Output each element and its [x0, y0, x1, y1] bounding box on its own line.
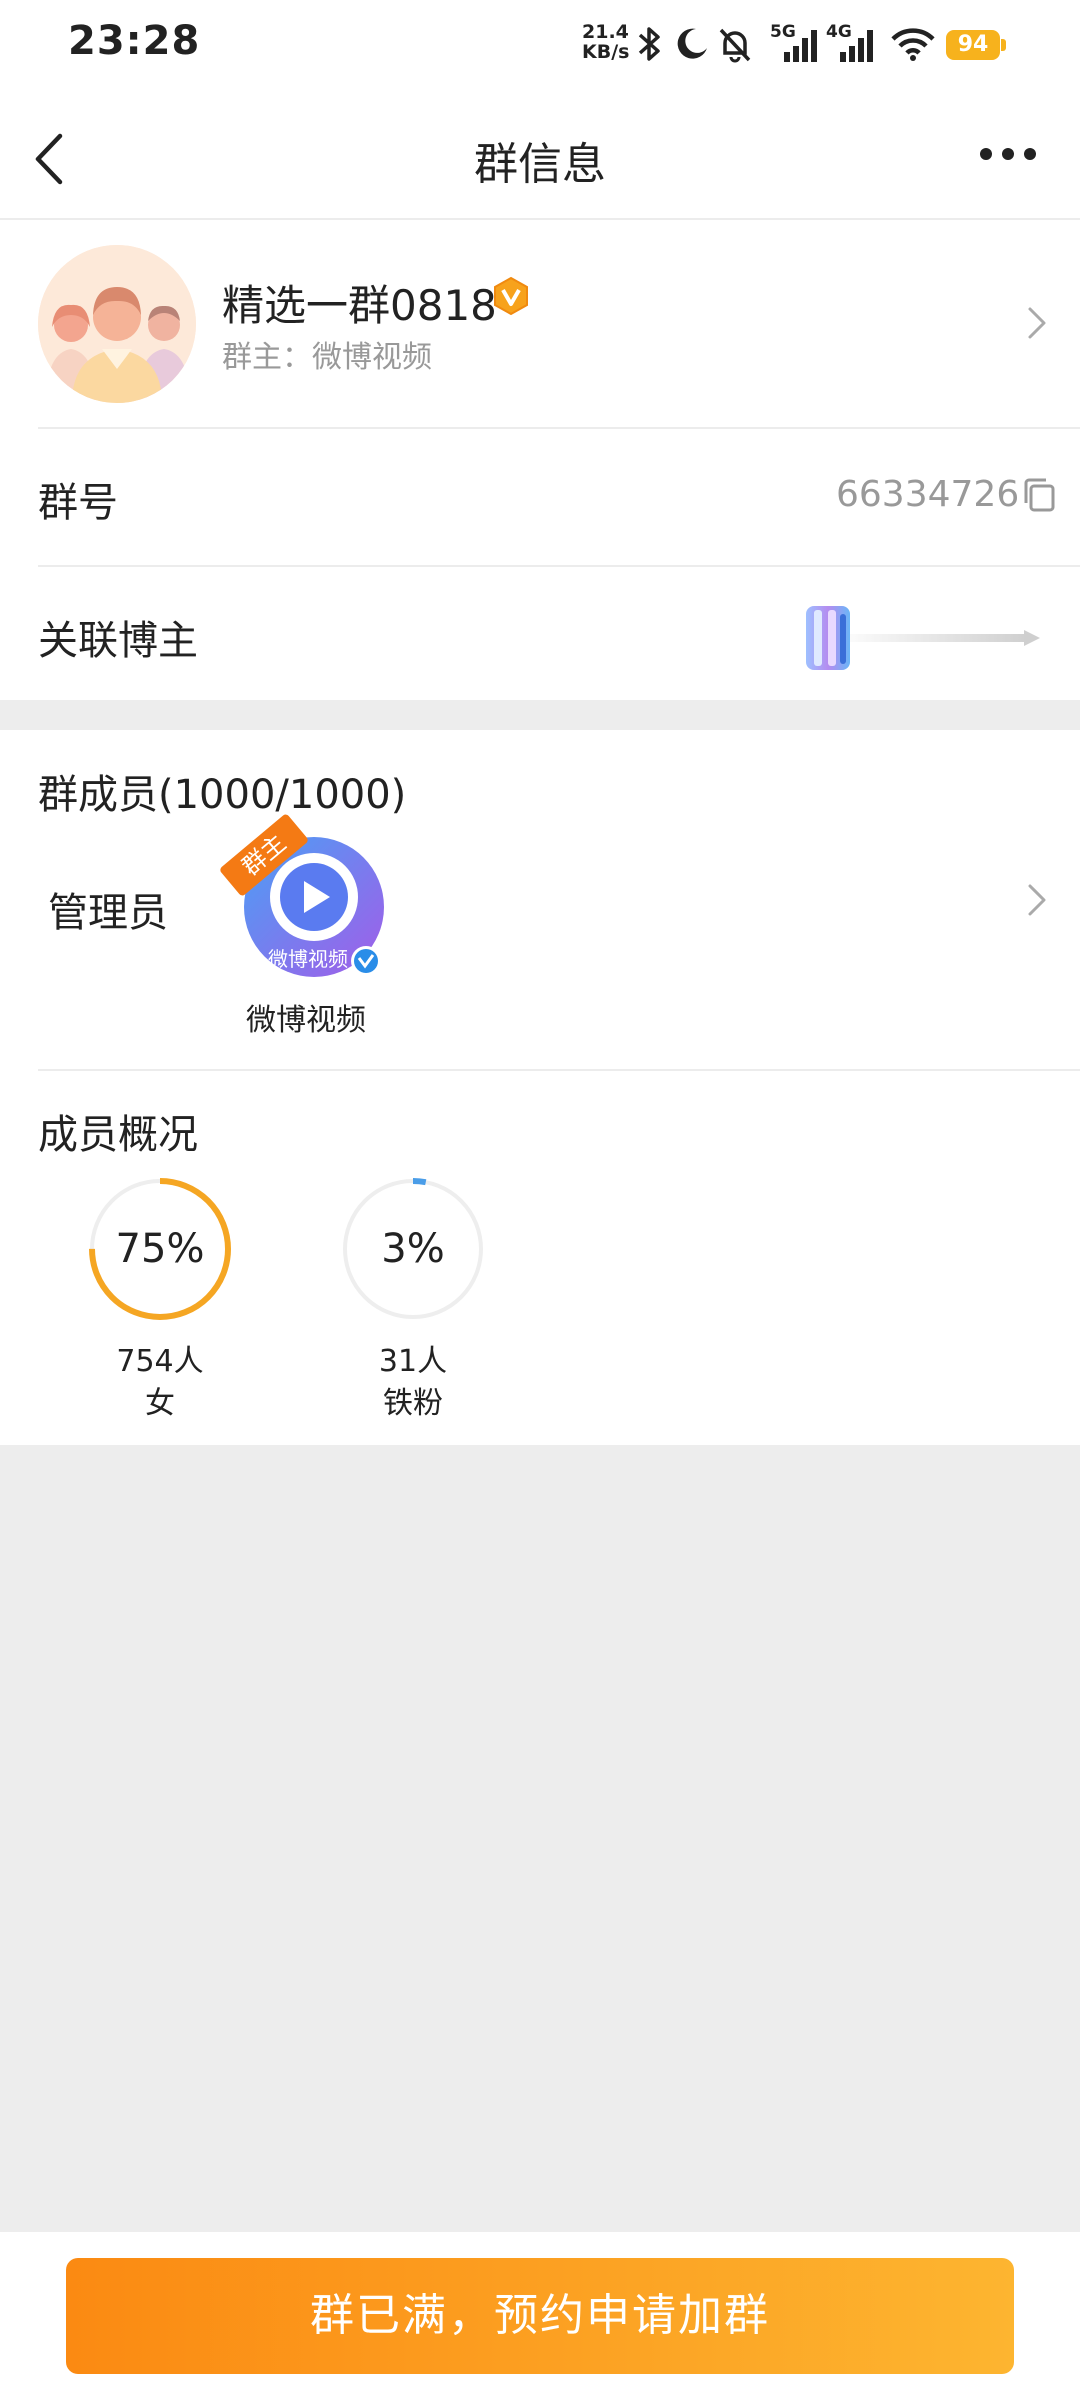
bell-off-icon	[719, 28, 751, 63]
page-title: 群信息	[474, 139, 606, 190]
linked-blogger-row[interactable]: 关联博主	[0, 567, 1080, 700]
group-profile-row[interactable]: 精选一群0818 群主：微博视频	[0, 220, 1080, 427]
top-nav-bar: 群信息	[0, 90, 1080, 220]
iron-fans-label: 铁粉	[383, 1386, 443, 1421]
network-speed-unit: KB/s	[582, 41, 630, 63]
signal-icon	[840, 30, 873, 62]
more-dots-icon[interactable]	[978, 146, 1038, 162]
chevron-right-icon	[1028, 884, 1046, 916]
vip-badge-icon	[494, 276, 528, 316]
divider	[38, 1069, 1080, 1071]
female-percent: 75%	[115, 1226, 205, 1272]
bottom-action-bar: 群已满，预约申请加群	[0, 2232, 1080, 2400]
battery-tip	[1001, 39, 1006, 51]
chevron-right-icon	[1028, 307, 1046, 339]
network-speed: 21.4 KB/s	[582, 21, 630, 63]
group-number-row: 群号 66334726	[0, 429, 1080, 565]
admin-row[interactable]: 管理员 微博视频 群主 微博视频	[0, 810, 1080, 1065]
group-info-section: 精选一群0818 群主：微博视频 群号 66334726 关联博主	[0, 220, 1080, 700]
admin-avatar: 微博视频 群主	[218, 812, 388, 985]
linked-blogger-graphic	[806, 606, 1040, 670]
admin-name: 微博视频	[246, 1003, 366, 1038]
group-people-icon	[38, 245, 196, 403]
wifi-icon	[891, 28, 935, 61]
iron-fans-percent: 3%	[381, 1226, 445, 1272]
stat-ring-female: 75%	[87, 1176, 233, 1322]
members-section: 群成员(1000/1000) 管理员 微博视频 群主 微博视频 成员概况 75%…	[0, 730, 1080, 1445]
female-count: 754人	[116, 1344, 204, 1379]
linked-blogger-label: 关联博主	[38, 618, 198, 664]
female-label: 女	[145, 1386, 175, 1421]
iron-fans-count: 31人	[378, 1344, 448, 1379]
status-time: 23:28	[68, 18, 201, 64]
apply-join-button[interactable]: 群已满，预约申请加群	[66, 2258, 1014, 2374]
group-owner-text: 群主：微博视频	[222, 340, 432, 375]
signal-5g: 5G	[770, 22, 822, 66]
network-speed-value: 21.4	[582, 21, 629, 43]
status-bar: 23:28 21.4 KB/s 5G 4G 94	[0, 0, 1080, 90]
signal-icon	[784, 30, 817, 62]
bluetooth-icon	[638, 27, 660, 61]
group-avatar	[38, 245, 196, 403]
battery-icon: 94	[946, 30, 1000, 60]
group-number-label: 群号	[38, 480, 118, 526]
group-number-value: 66334726	[836, 474, 1020, 515]
signal-4g: 4G	[826, 22, 878, 66]
copy-icon[interactable]	[1022, 477, 1056, 513]
stat-ring-iron-fans: 3%	[340, 1176, 486, 1322]
admin-label: 管理员	[48, 890, 168, 936]
moon-icon	[677, 28, 707, 59]
admin-avatar-text: 微博视频	[268, 947, 348, 971]
group-name: 精选一群0818	[222, 281, 497, 330]
overview-title: 成员概况	[38, 1112, 198, 1158]
